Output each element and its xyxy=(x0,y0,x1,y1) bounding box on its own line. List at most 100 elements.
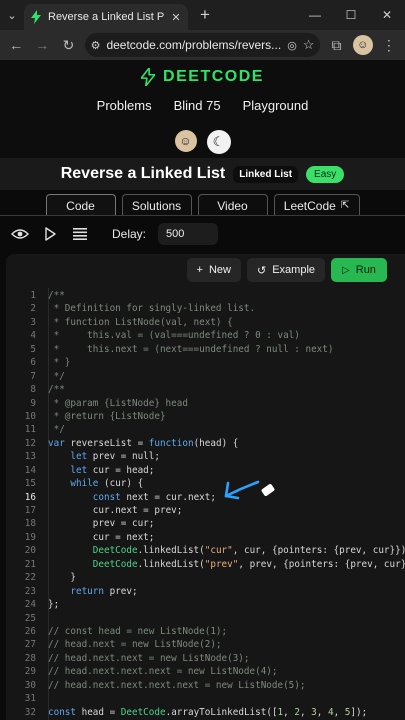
line-number: 4 xyxy=(30,330,36,342)
code-line[interactable]: 24}; xyxy=(6,598,405,612)
nav-playground-link[interactable]: Playground xyxy=(243,98,309,113)
code-text: return prev; xyxy=(70,585,138,597)
code-line[interactable]: 32 const head = DeetCode.arrayToLinkedLis… xyxy=(6,706,405,720)
code-line[interactable]: 21 DeetCode.linkedList("prev", prev, {po… xyxy=(6,558,405,572)
code-line[interactable]: 10 * @return {ListNode} xyxy=(6,410,405,424)
code-line[interactable]: 22 } xyxy=(6,571,405,585)
line-number: 11 xyxy=(24,424,36,436)
code-line[interactable]: 28 // head.next.next = new ListNode(3); xyxy=(6,652,405,666)
line-number: 7 xyxy=(30,370,36,382)
list-menu-icon[interactable] xyxy=(68,222,92,246)
code-line[interactable]: 18 prev = cur; xyxy=(6,517,405,531)
code-editor[interactable]: 1/** 2 * Definition for singly-linked lis… xyxy=(6,288,405,720)
code-line[interactable]: 17 cur.next = prev; xyxy=(6,504,405,518)
site-logo[interactable]: DEETCODE xyxy=(0,64,405,90)
tab-search-chevron-icon[interactable]: ⌄ xyxy=(0,0,24,30)
line-number: 21 xyxy=(24,558,36,570)
code-line[interactable]: 13 let prev = null; xyxy=(6,450,405,464)
extensions-icon[interactable]: ⧉ xyxy=(324,32,348,58)
code-text: * @return {ListNode} xyxy=(48,410,166,422)
delay-input[interactable]: 500 xyxy=(158,223,219,245)
new-button[interactable]: + New xyxy=(186,258,241,282)
code-line[interactable]: 26 // const head = new ListNode(1); xyxy=(6,625,405,639)
topic-badge[interactable]: Linked List xyxy=(233,165,299,183)
code-line[interactable]: 19 cur = next; xyxy=(6,531,405,545)
line-number: 5 xyxy=(30,343,36,355)
bookmark-star-icon[interactable]: ☆ xyxy=(303,37,315,53)
editor-actions: + New ↺ Example ▷ Run xyxy=(186,258,387,282)
code-line[interactable]: 3 * function ListNode(val, next) { xyxy=(6,316,405,330)
code-line[interactable]: 7 */ xyxy=(6,370,405,384)
tab-video[interactable]: Video xyxy=(197,194,268,216)
minimize-icon[interactable]: — xyxy=(297,0,333,30)
line-number: 16 xyxy=(24,491,36,503)
user-avatar[interactable]: ☺ xyxy=(174,130,197,152)
reload-icon[interactable]: ↻ xyxy=(56,32,80,58)
code-line[interactable]: 6 * } xyxy=(6,356,405,370)
code-line[interactable]: 12 var reverseList = function(head) { xyxy=(6,437,405,451)
menu-kebab-icon[interactable]: ⋮ xyxy=(377,32,401,58)
code-line[interactable]: 14 let cur = head; xyxy=(6,464,405,478)
forward-icon[interactable]: → xyxy=(30,32,54,58)
lightning-bolt-icon xyxy=(141,68,156,86)
tab-leetcode-label: LeetCode xyxy=(283,198,336,213)
code-line[interactable]: 11 */ xyxy=(6,423,405,437)
code-line[interactable]: 9 * @param {ListNode} head xyxy=(6,397,405,411)
code-text: cur.next = prev; xyxy=(92,505,183,517)
play-icon[interactable] xyxy=(38,222,62,246)
nav-blind75-link[interactable]: Blind 75 xyxy=(174,98,221,113)
eye-off-icon[interactable]: ◎ xyxy=(287,39,297,52)
eye-icon[interactable] xyxy=(8,222,32,246)
close-window-icon[interactable]: ✕ xyxy=(369,0,405,30)
maximize-icon[interactable]: ☐ xyxy=(333,0,369,30)
close-tab-icon[interactable]: ✕ xyxy=(170,11,182,24)
new-tab-button[interactable]: + xyxy=(192,0,218,30)
tab-solutions[interactable]: Solutions xyxy=(121,194,192,216)
code-line[interactable]: 23 return prev; xyxy=(6,585,405,599)
code-line[interactable]: 4 * this.val = (val===undefined ? 0 : va… xyxy=(6,329,405,343)
tab-code-label: Code xyxy=(66,198,95,213)
line-number: 12 xyxy=(24,437,36,449)
code-line[interactable]: 1 /** xyxy=(6,289,405,303)
code-line[interactable]: 31 xyxy=(6,692,405,706)
code-line[interactable]: 16 const next = cur.next; xyxy=(6,491,405,505)
profile-button[interactable]: ☺ xyxy=(351,32,375,58)
code-line[interactable]: 15 while (cur) { xyxy=(6,477,405,491)
code-line[interactable]: 2 * Definition for singly-linked list. xyxy=(6,302,405,316)
code-editor-panel: + New ↺ Example ▷ Run 1/** 2 * Definition… xyxy=(6,254,405,720)
address-bar[interactable]: ⚙ deetcode.com/problems/revers... ◎ ☆ xyxy=(84,33,321,57)
code-line[interactable]: 29 // head.next.next.next = new ListNode(… xyxy=(6,665,405,679)
tab-leetcode[interactable]: LeetCode ⇱ xyxy=(273,194,360,216)
nav-problems-link[interactable]: Problems xyxy=(97,98,152,113)
undo-icon: ↺ xyxy=(256,264,267,277)
browser-tab[interactable]: Reverse a Linked List Problem | DeetCode… xyxy=(24,4,188,30)
code-line[interactable]: 20 DeetCode.linkedList("cur", cur, {poin… xyxy=(6,544,405,558)
line-number: 10 xyxy=(24,410,36,422)
code-line[interactable]: 25 xyxy=(6,612,405,626)
line-number: 20 xyxy=(24,545,36,557)
code-line[interactable]: 30 // head.next.next.next.next = new List… xyxy=(6,679,405,693)
code-line[interactable]: 27 // head.next = new ListNode(2); xyxy=(6,638,405,652)
code-text: const next = cur.next; xyxy=(92,491,216,503)
code-line[interactable]: 8 /** xyxy=(6,383,405,397)
logo-text: DEETCODE xyxy=(163,68,264,85)
code-text: prev = cur; xyxy=(92,518,155,530)
back-icon[interactable]: ← xyxy=(4,32,28,58)
example-button[interactable]: ↺ Example xyxy=(246,258,325,282)
code-line[interactable]: 5 * this.next = (next===undefined ? null… xyxy=(6,343,405,357)
run-button[interactable]: ▷ Run xyxy=(331,258,387,282)
site-settings-icon[interactable]: ⚙ xyxy=(91,39,101,52)
line-number: 15 xyxy=(24,478,36,490)
line-number: 23 xyxy=(24,585,36,597)
code-text: * this.next = (next===undefined ? null :… xyxy=(48,343,334,355)
line-number: 27 xyxy=(24,639,36,651)
code-text: */ xyxy=(48,370,65,382)
line-number: 31 xyxy=(24,693,36,705)
line-number: 2 xyxy=(30,303,36,315)
line-number: 17 xyxy=(24,505,36,517)
tab-code[interactable]: Code xyxy=(45,194,116,216)
theme-toggle-moon-icon[interactable]: ☾ xyxy=(206,130,231,154)
tab-video-label: Video xyxy=(217,198,248,213)
problem-title-bar: Reverse a Linked List Linked List Easy xyxy=(0,158,405,190)
delay-label: Delay: xyxy=(112,227,147,241)
